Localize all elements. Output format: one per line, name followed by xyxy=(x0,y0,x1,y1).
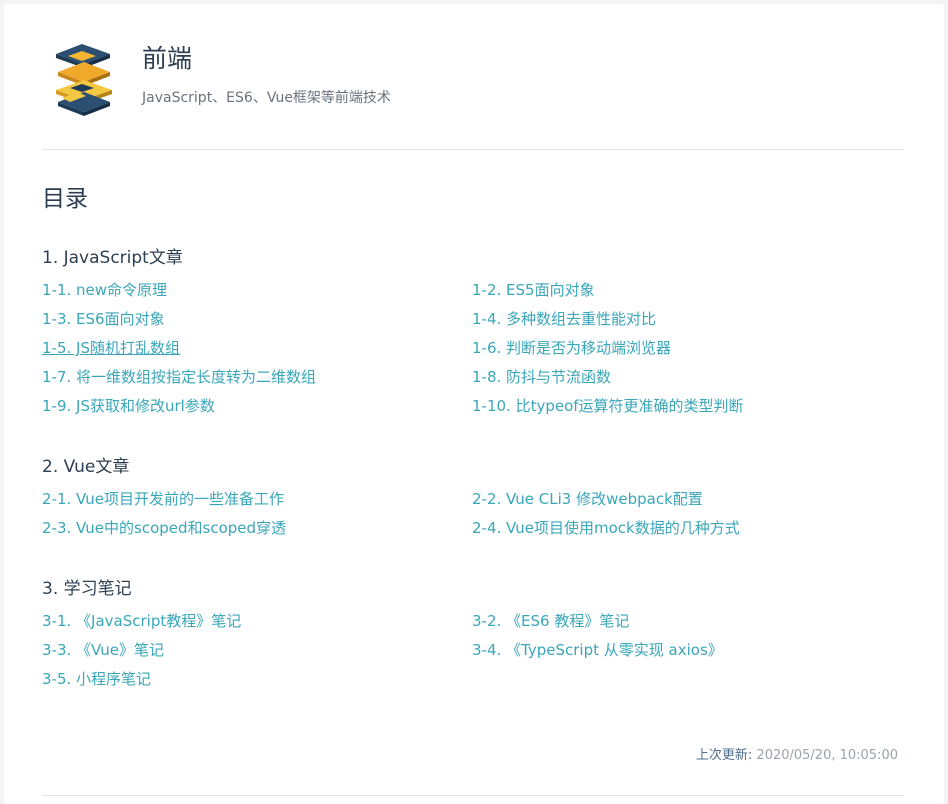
section-title: 2. Vue文章 xyxy=(42,457,130,477)
toc-link[interactable]: 1-9. JS获取和修改url参数 xyxy=(42,394,472,418)
toc-link[interactable]: 3-5. 小程序笔记 xyxy=(42,667,472,691)
last-updated-label: 上次更新: xyxy=(695,748,753,763)
toc-section-vue: 2. Vue文章 2-1. Vue项目开发前的一些准备工作 2-2. Vue C… xyxy=(42,455,904,540)
header-text: 前端 JavaScript、ES6、Vue框架等前端技术 xyxy=(142,40,391,108)
toc-link-hovered[interactable]: 1-5. JS随机打乱数组 xyxy=(42,336,472,360)
section-title: 3. 学习笔记 xyxy=(42,579,132,599)
toc-link[interactable]: 1-7. 将一维数组按指定长度转为二维数组 xyxy=(42,365,472,389)
toc-link[interactable]: 1-4. 多种数组去重性能对比 xyxy=(472,307,904,331)
section-title: 1. JavaScript文章 xyxy=(42,248,183,268)
toc-link[interactable]: 2-2. Vue CLi3 修改webpack配置 xyxy=(472,487,904,511)
page-title: 前端 xyxy=(142,44,193,73)
toc-link[interactable]: 1-6. 判断是否为移动端浏览器 xyxy=(472,336,904,360)
header-divider xyxy=(42,149,904,150)
toc-link[interactable]: 1-1. new命令原理 xyxy=(42,278,472,302)
toc-link[interactable]: 2-1. Vue项目开发前的一些准备工作 xyxy=(42,487,472,511)
toc-title: 目录 xyxy=(42,186,88,212)
toc-link[interactable]: 3-1. 《JavaScript教程》笔记 xyxy=(42,609,472,633)
toc-link[interactable]: 1-2. ES5面向对象 xyxy=(472,278,904,302)
page-subtitle: JavaScript、ES6、Vue框架等前端技术 xyxy=(142,90,391,106)
last-updated-value: 2020/05/20, 10:05:00 xyxy=(756,748,898,763)
link-grid: 2-1. Vue项目开发前的一些准备工作 2-2. Vue CLi3 修改web… xyxy=(42,487,904,540)
toc-link[interactable]: 3-4. 《TypeScript 从零实现 axios》 xyxy=(472,638,904,662)
footer-divider xyxy=(42,795,904,796)
toc-link[interactable]: 1-8. 防抖与节流函数 xyxy=(472,365,904,389)
toc-link[interactable]: 1-10. 比typeof运算符更准确的类型判断 xyxy=(472,394,904,418)
toc-link[interactable]: 3-2. 《ES6 教程》笔记 xyxy=(472,609,904,633)
link-grid: 1-1. new命令原理 1-2. ES5面向对象 1-3. ES6面向对象 1… xyxy=(42,278,904,418)
toc-section-javascript: 1. JavaScript文章 1-1. new命令原理 1-2. ES5面向对… xyxy=(42,246,904,418)
content-card: 前端 JavaScript、ES6、Vue框架等前端技术 目录 1. JavaS… xyxy=(4,4,944,804)
toc-link[interactable]: 1-3. ES6面向对象 xyxy=(42,307,472,331)
last-updated: 上次更新: 2020/05/20, 10:05:00 xyxy=(696,746,898,766)
toc-link[interactable]: 3-3. 《Vue》笔记 xyxy=(42,638,472,662)
toc-section-notes: 3. 学习笔记 3-1. 《JavaScript教程》笔记 3-2. 《ES6 … xyxy=(42,577,904,691)
javascript-stack-logo-icon xyxy=(56,44,112,116)
link-grid: 3-1. 《JavaScript教程》笔记 3-2. 《ES6 教程》笔记 3-… xyxy=(42,609,904,691)
toc-link[interactable]: 2-4. Vue项目使用mock数据的几种方式 xyxy=(472,516,904,540)
page-header: 前端 JavaScript、ES6、Vue框架等前端技术 xyxy=(48,40,391,120)
toc-link[interactable]: 2-3. Vue中的scoped和scoped穿透 xyxy=(42,516,472,540)
